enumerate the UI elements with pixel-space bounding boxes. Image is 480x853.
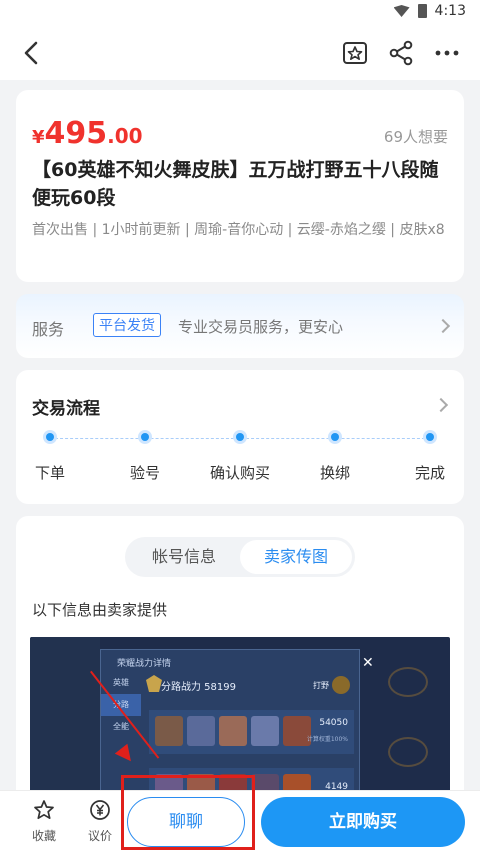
screenshot-hero-row: 54050 计算权重100% (149, 710, 354, 754)
flow-step: 下单 (5, 430, 95, 483)
more-options-icon[interactable] (432, 38, 462, 68)
step-dot-icon (423, 430, 437, 444)
step-dot-icon (138, 430, 152, 444)
account-info-card: 帐号信息 卖家传图 以下信息由卖家提供 荣耀战力详情 英雄 分路 全能 分路战力… (16, 516, 464, 817)
favorite-star-box-icon[interactable] (340, 38, 370, 68)
star-icon (34, 800, 54, 820)
want-count: 69人想要 (383, 128, 448, 146)
hero-avatar (187, 716, 215, 746)
service-row[interactable]: 服务 平台发货 专业交易员服务，更安心 (16, 294, 464, 358)
top-bar (0, 26, 480, 80)
step-label: 验号 (129, 464, 160, 482)
role-badge-icon (332, 676, 350, 694)
tab-account-info[interactable]: 帐号信息 (128, 540, 240, 574)
price-decimal: .00 (107, 124, 143, 148)
trade-flow-card: 交易流程 下单 验号 确认购买 换绑 完成 (16, 370, 464, 504)
step-dot-icon (233, 430, 247, 444)
bargain-label: 议价 (87, 829, 112, 843)
flow-step: 换绑 (290, 430, 380, 483)
service-description: 专业交易员服务，更安心 (178, 318, 344, 336)
price-integer: 495 (44, 116, 108, 151)
step-label: 确认购买 (209, 464, 270, 482)
listing-tags: 首次出售 | 1小时前更新 | 周瑜-音你心动 | 云缨-赤焰之缨 | 皮肤x8 (32, 222, 445, 238)
favorite-label: 收藏 (31, 829, 56, 843)
service-label: 服务 (32, 320, 65, 339)
currency-symbol: ¥ (32, 127, 45, 148)
status-time: 4:13 (434, 3, 466, 19)
step-label: 下单 (34, 464, 65, 482)
flow-step: 完成 (385, 430, 475, 483)
step-label: 完成 (414, 464, 445, 482)
rank-emblem-icon (388, 737, 428, 767)
bargain-button[interactable]: 议价 (80, 799, 120, 844)
chevron-right-icon[interactable] (433, 397, 449, 413)
step-dot-icon (43, 430, 57, 444)
share-icon[interactable] (386, 38, 416, 68)
hero-avatar (251, 716, 279, 746)
step-dot-icon (328, 430, 342, 444)
listing-title: 【60英雄不知火舞皮肤】五万战打野五十八段随便玩60段 (32, 159, 439, 209)
tab-seller-images[interactable]: 卖家传图 (240, 540, 352, 574)
yuan-coin-icon (90, 800, 110, 820)
trade-flow-title: 交易流程 (32, 399, 100, 419)
screenshot-score: 分路战力 58199 (161, 682, 236, 693)
buy-now-button[interactable]: 立即购买 (261, 797, 465, 847)
status-bar: 4:13 (0, 0, 480, 26)
battery-icon (417, 4, 427, 18)
service-badge: 平台发货 (93, 313, 161, 337)
hero-avatar (155, 716, 183, 746)
seller-provided-note: 以下信息由卖家提供 (32, 601, 168, 619)
wifi-icon (393, 5, 410, 17)
annotation-highlight-box (121, 775, 255, 850)
step-label: 换绑 (319, 464, 350, 482)
price: ¥495.00 (32, 116, 143, 151)
screenshot-panel-title: 荣耀战力详情 (117, 659, 172, 669)
screenshot-close-icon: ✕ (362, 655, 374, 671)
flow-step: 确认购买 (195, 430, 285, 483)
hero-row-value: 54050 (319, 718, 348, 728)
rank-emblem-icon (388, 667, 428, 697)
listing-card: ¥495.00 69人想要 【60英雄不知火舞皮肤】五万战打野五十八段随便玩60… (16, 90, 464, 282)
back-arrow-icon[interactable] (20, 40, 46, 66)
hero-row-subtext: 计算权重100% (306, 736, 348, 743)
chevron-right-icon (435, 318, 451, 334)
hero-avatar (219, 716, 247, 746)
flow-step: 验号 (100, 430, 190, 483)
favorite-button[interactable]: 收藏 (24, 799, 64, 844)
info-tab-switcher: 帐号信息 卖家传图 (125, 537, 355, 577)
screenshot-role: 打野 (313, 681, 329, 690)
